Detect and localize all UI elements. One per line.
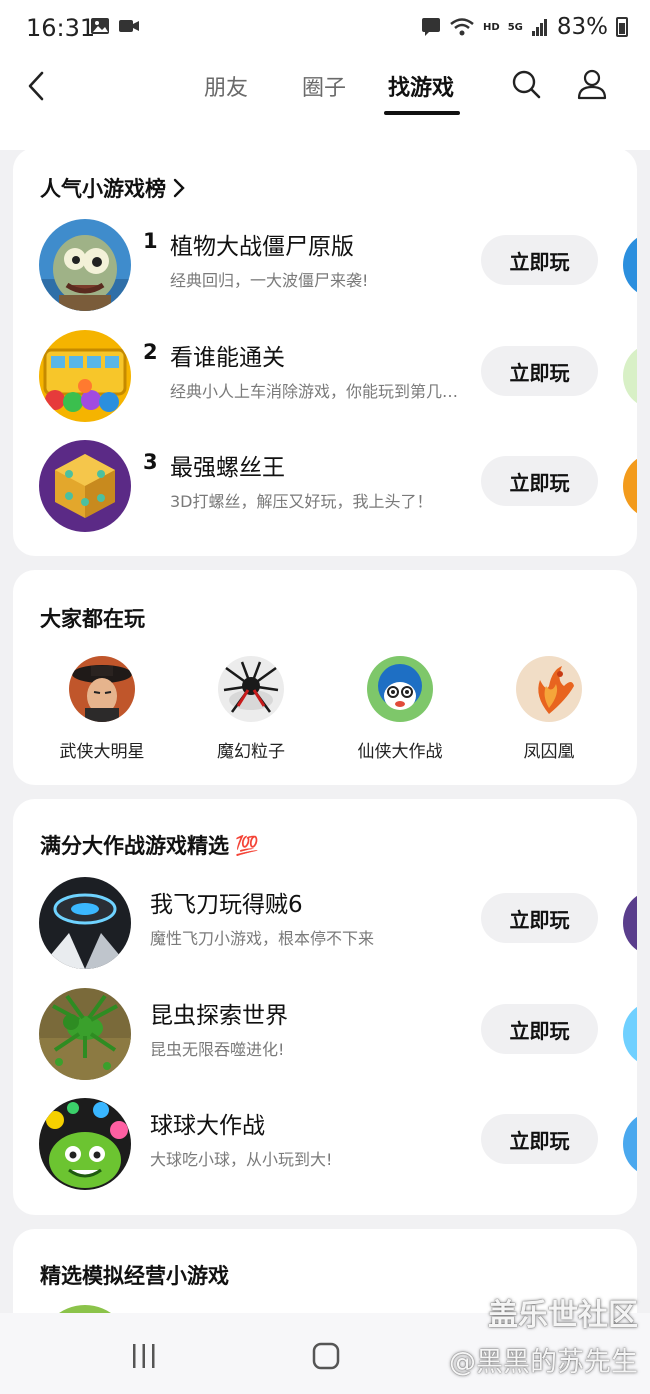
ranking-title[interactable]: 人气小游戏榜 <box>40 173 186 203</box>
message-icon <box>422 18 441 36</box>
network-type: 5G <box>507 21 523 33</box>
popular-title-text: 大家都在玩 <box>40 607 145 631</box>
popular-item-4[interactable]: 凤囚凰 <box>494 656 604 762</box>
popular-title: 大家都在玩 <box>40 603 145 633</box>
simulation-title: 精选模拟经营小游戏 <box>40 1260 229 1290</box>
home-icon <box>312 1342 340 1370</box>
status-notification-icons <box>90 17 140 35</box>
play-button[interactable]: 立即玩 <box>481 346 598 396</box>
selection-title-text: 满分大作战游戏精选 <box>40 834 229 858</box>
next-card-peek <box>623 891 637 955</box>
next-card-peek <box>623 1002 637 1066</box>
network-label: HD <box>483 21 500 33</box>
game-desc: 昆虫无限吞噬进化! <box>150 1040 285 1059</box>
recent-apps-button[interactable] <box>128 1341 160 1371</box>
battery-percent: 83% <box>556 14 608 40</box>
game-name: 我飞刀玩得贼6 <box>150 892 303 918</box>
play-button[interactable]: 立即玩 <box>481 1004 598 1054</box>
next-card-peek <box>623 454 637 518</box>
play-button[interactable]: 立即玩 <box>481 235 598 285</box>
game-avatar-insect <box>39 988 131 1080</box>
game-desc: 大球吃小球，从小玩到大! <box>150 1150 333 1169</box>
chevron-right-icon <box>173 178 185 198</box>
rank-number: 2 <box>143 340 158 364</box>
play-button[interactable]: 立即玩 <box>481 1114 598 1164</box>
game-desc: 3D打螺丝，解压又好玩，我上头了！ <box>170 492 433 511</box>
ranking-card: 人气小游戏榜 1 植物大战僵尸原版 经典回归，一大波僵尸来袭! 立即玩 2 看谁… <box>13 148 637 556</box>
search-button[interactable] <box>506 64 546 104</box>
game-avatar-bus <box>39 330 131 422</box>
status-bar: 16:31 HD 5G 83% <box>0 0 650 58</box>
game-icon-particles <box>218 656 284 722</box>
popular-card: 大家都在玩 武侠大明星 魔幻粒子 仙侠大作战 凤囚凰 <box>13 570 637 785</box>
rank-number: 1 <box>143 229 158 253</box>
popular-item-2[interactable]: 魔幻粒子 <box>196 656 306 762</box>
selection-title: 满分大作战游戏精选 💯 <box>40 830 259 860</box>
active-tab-indicator <box>384 111 460 115</box>
game-name: 最强螺丝王 <box>170 455 285 481</box>
recent-apps-icon <box>133 1344 155 1368</box>
selection-card: 满分大作战游戏精选 💯 我飞刀玩得贼6 魔性飞刀小游戏，根本停不下来 立即玩 昆… <box>13 799 637 1215</box>
hundred-points-icon: 💯 <box>235 834 259 857</box>
game-name: 看谁能通关 <box>170 345 285 371</box>
profile-button[interactable] <box>572 64 612 104</box>
popular-label: 魔幻粒子 <box>217 742 285 762</box>
popular-label: 仙侠大作战 <box>357 742 443 762</box>
popular-label: 凤囚凰 <box>523 742 575 762</box>
ranking-title-text: 人气小游戏榜 <box>40 177 166 201</box>
game-icon-xianxia <box>367 656 433 722</box>
watermark-title: 盖乐世社区 <box>488 1298 638 1333</box>
user-icon <box>577 69 607 100</box>
game-desc: 经典回归，一大波僵尸来袭! <box>170 271 369 290</box>
play-button[interactable]: 立即玩 <box>481 893 598 943</box>
play-button[interactable]: 立即玩 <box>481 456 598 506</box>
chevron-left-icon <box>28 71 44 101</box>
selection-row-1[interactable]: 我飞刀玩得贼6 魔性飞刀小游戏，根本停不下来 立即玩 <box>13 877 637 977</box>
status-time: 16:31 <box>26 14 96 42</box>
next-card-peek <box>623 233 637 297</box>
top-area: 16:31 HD 5G 83% 朋友 圈子 找游戏 <box>0 0 650 150</box>
tab-circles[interactable]: 圈子 <box>302 70 346 102</box>
gallery-icon <box>91 18 109 34</box>
status-right: HD 5G 83% <box>421 14 628 40</box>
game-avatar-pvz <box>39 219 131 311</box>
home-button[interactable] <box>310 1341 342 1371</box>
tab-find-games[interactable]: 找游戏 <box>388 70 454 102</box>
popular-item-3[interactable]: 仙侠大作战 <box>345 656 455 762</box>
next-card-peek <box>623 1112 637 1176</box>
ranking-row-1[interactable]: 1 植物大战僵尸原版 经典回归，一大波僵尸来袭! 立即玩 <box>13 219 637 319</box>
popular-label: 武侠大明星 <box>59 742 145 762</box>
signal-icon <box>531 19 547 36</box>
game-desc: 经典小人上车消除游戏，你能玩到第几关？ <box>170 382 460 401</box>
game-name: 植物大战僵尸原版 <box>170 234 354 260</box>
watermark-author: @黑黑的苏先生 <box>449 1347 638 1378</box>
game-name: 昆虫探索世界 <box>150 1003 288 1029</box>
game-avatar-knife <box>39 877 131 969</box>
battery-icon <box>616 17 628 37</box>
selection-row-2[interactable]: 昆虫探索世界 昆虫无限吞噬进化! 立即玩 <box>13 988 637 1088</box>
game-desc: 魔性飞刀小游戏，根本停不下来 <box>150 929 375 948</box>
ranking-row-2[interactable]: 2 看谁能通关 经典小人上车消除游戏，你能玩到第几关？ 立即玩 <box>13 330 637 430</box>
game-icon-phoenix <box>516 656 582 722</box>
simulation-title-text: 精选模拟经营小游戏 <box>40 1264 229 1288</box>
next-card-peek <box>623 344 637 408</box>
nav-bar: 朋友 圈子 找游戏 <box>0 58 650 120</box>
back-button[interactable] <box>18 66 54 106</box>
selection-row-3[interactable]: 球球大作战 大球吃小球，从小玩到大! 立即玩 <box>13 1098 637 1198</box>
game-avatar-ball <box>39 1098 131 1190</box>
game-icon-wuxia <box>69 656 135 722</box>
wifi-icon <box>450 18 474 36</box>
tab-friends[interactable]: 朋友 <box>204 70 248 102</box>
video-icon <box>119 20 139 32</box>
search-icon <box>512 70 541 99</box>
game-name: 球球大作战 <box>150 1113 265 1139</box>
ranking-row-3[interactable]: 3 最强螺丝王 3D打螺丝，解压又好玩，我上头了！ 立即玩 <box>13 440 637 540</box>
popular-item-1[interactable]: 武侠大明星 <box>47 656 157 762</box>
rank-number: 3 <box>143 450 158 474</box>
game-avatar-screw <box>39 440 131 532</box>
